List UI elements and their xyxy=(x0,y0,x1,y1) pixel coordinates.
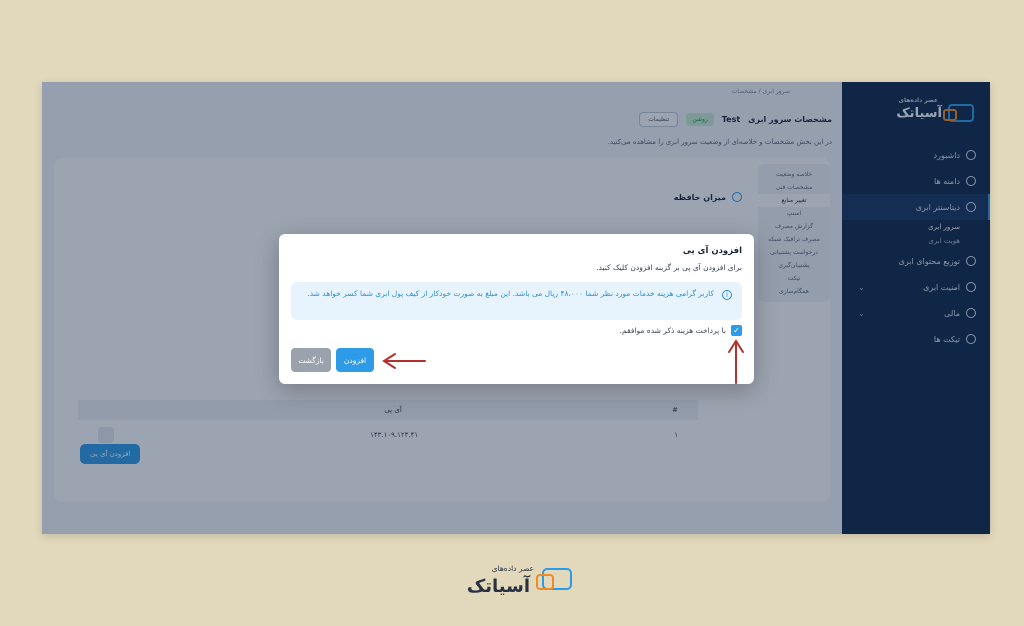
agree-checkbox-row[interactable]: ✓ با پرداخت هزینه ذکر شده موافقم. xyxy=(620,325,742,336)
alert-text: کاربر گرامی هزینه خدمات مورد نظر شما ۴۸،… xyxy=(307,289,714,298)
add-ip-modal: افزودن آی پی برای افزودن آی پی بر گزینه … xyxy=(279,234,754,384)
agree-label: با پرداخت هزینه ذکر شده موافقم. xyxy=(619,326,726,335)
info-icon: i xyxy=(722,290,732,300)
cost-alert: i کاربر گرامی هزینه خدمات مورد نظر شما ۴… xyxy=(291,282,742,320)
brand-logo-accent-icon xyxy=(536,574,554,590)
modal-description: برای افزودن آی پی بر گزینه افزودن کلیک ک… xyxy=(596,263,742,272)
brand-footer: عصر داده‌های آسیاتک xyxy=(452,562,574,598)
back-button[interactable]: بازگشت xyxy=(291,348,331,372)
brand-name: آسیاتک xyxy=(466,576,530,597)
add-button[interactable]: افزودن xyxy=(336,348,374,372)
modal-title: افزودن آی پی xyxy=(682,246,742,256)
agree-checkbox[interactable]: ✓ xyxy=(731,325,742,336)
brand-tagline: عصر داده‌های xyxy=(491,564,534,573)
